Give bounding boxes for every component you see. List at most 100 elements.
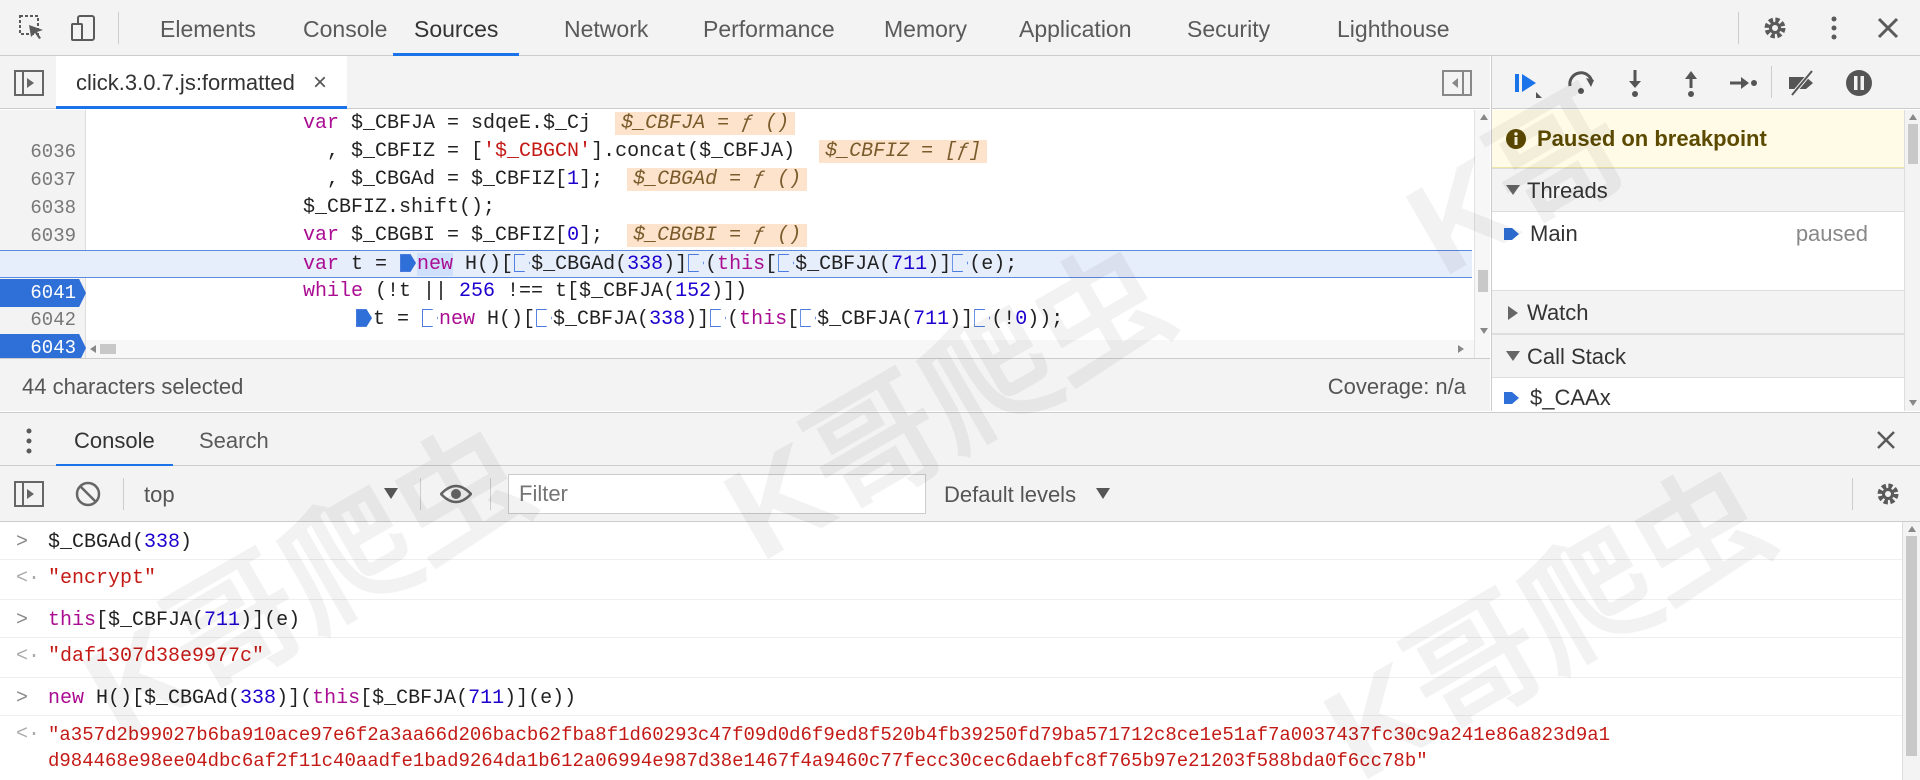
editor-tabbar: click.3.0.7.js:formatted × <box>0 56 1490 109</box>
settings-icon[interactable] <box>1761 14 1789 42</box>
inline-breakpoint-icon[interactable] <box>710 309 727 327</box>
console-filter-input[interactable] <box>508 474 926 514</box>
console-input-entry: > $_CBGAd(338) <box>0 522 1902 560</box>
tab-security[interactable]: Security <box>1187 0 1270 56</box>
devtools-main-toolbar: Elements Console Sources Network Perform… <box>0 0 1920 56</box>
console-token: )](e)) <box>504 687 577 710</box>
console-token: ) <box>180 531 193 554</box>
threads-section-header[interactable]: Threads <box>1492 168 1904 212</box>
console-token: )](e) <box>240 609 301 632</box>
deactivate-breakpoints-icon[interactable] <box>1786 68 1816 98</box>
code-line: 6040 var $_CBGBI = $_CBFIZ[0]; $_CBGBI =… <box>0 222 1472 275</box>
console-token: this <box>312 687 361 710</box>
context-selector[interactable]: top <box>134 476 406 512</box>
step-out-icon[interactable] <box>1676 68 1706 98</box>
console-result-entry: <· "encrypt" <box>0 560 1902 600</box>
inline-breakpoint-icon[interactable] <box>952 254 969 272</box>
inline-breakpoint-icon[interactable] <box>536 309 553 327</box>
console-messages[interactable]: > $_CBGAd(338) <· "encrypt" > this[$_CBF… <box>0 522 1902 780</box>
drawer-tab-console[interactable]: Console <box>56 413 173 467</box>
inline-breakpoint-icon[interactable] <box>422 309 439 327</box>
more-vert-icon[interactable] <box>1820 14 1848 42</box>
result-value[interactable]: "encrypt" <box>48 566 156 592</box>
callstack-frame[interactable]: $_CAAx <box>1492 378 1904 411</box>
console-scrollbar[interactable] <box>1902 522 1920 780</box>
drawer-close-icon[interactable] <box>1874 428 1898 452</box>
paused-message: Paused on breakpoint <box>1537 126 1767 151</box>
console-token: 711 <box>204 609 241 632</box>
current-execution-line: 6041 var t = new H()[$_CBGAd(338)] (this[… <box>0 250 1472 307</box>
paused-banner: Paused on breakpoint <box>1492 110 1904 168</box>
tab-performance[interactable]: Performance <box>703 0 835 56</box>
tab-console[interactable]: Console <box>303 0 387 56</box>
step-over-icon[interactable] <box>1566 68 1596 98</box>
resume-icon[interactable] <box>1512 68 1542 98</box>
editor-horizontal-scrollbar[interactable] <box>86 340 1474 358</box>
console-input-text[interactable]: new H()[$_CBGAd(338)](this[$_CBFJA(711)]… <box>48 686 576 712</box>
eye-icon[interactable] <box>440 482 472 506</box>
debugger-sidebar: Paused on breakpoint Threads Main paused… <box>1491 56 1920 411</box>
inline-value: $_CBGAd = ƒ () <box>627 168 808 191</box>
device-toggle-icon[interactable] <box>70 14 98 42</box>
tab-network[interactable]: Network <box>564 0 648 56</box>
result-value-continued[interactable]: d984468e98ee04dbc6af2f11c40aadfe1bad9264… <box>48 748 1428 774</box>
console-token: [$_CBFJA( <box>96 609 205 632</box>
code-line: 6043 t = new H()[$_CBFJA(338)] (this[$_CB… <box>0 306 1472 358</box>
console-sidebar-toggle-icon[interactable] <box>14 481 44 507</box>
inline-breakpoint-icon[interactable] <box>688 254 705 272</box>
tab-lighthouse[interactable]: Lighthouse <box>1337 0 1450 56</box>
expand-arrow-icon <box>1506 351 1520 361</box>
tab-application[interactable]: Application <box>1019 0 1132 56</box>
inline-breakpoint-icon[interactable] <box>778 254 795 272</box>
navigator-toggle-icon[interactable] <box>14 70 44 96</box>
frame-name: $_CAAx <box>1530 385 1611 410</box>
code-editor[interactable]: 6036 var $_CBFJA = sdqeE.$_Cj $_CBFJA = … <box>0 110 1472 358</box>
inline-breakpoint-icon[interactable] <box>800 309 817 327</box>
tab-sources[interactable]: Sources <box>393 0 520 56</box>
result-value[interactable]: "a357d2b99027b6ba910ace97e6f2a3aa66d206b… <box>48 722 1610 748</box>
file-tab-close-icon[interactable]: × <box>313 69 327 96</box>
tab-memory[interactable]: Memory <box>884 0 967 56</box>
sidebar-scrollbar[interactable] <box>1904 110 1920 411</box>
result-value[interactable]: "daf1307d38e9977c" <box>48 644 264 670</box>
result-arrow-icon: <· <box>16 723 41 746</box>
file-tab[interactable]: click.3.0.7.js:formatted × <box>56 56 348 109</box>
inline-breakpoint-icon[interactable] <box>514 254 531 272</box>
console-token: 338 <box>240 687 277 710</box>
code-line: 6039 $_CBFIZ.shift(); <box>0 194 1472 247</box>
console-input-text[interactable]: this[$_CBFJA(711)](e) <box>48 608 300 634</box>
inline-breakpoint-icon[interactable] <box>400 254 417 272</box>
thread-row-main[interactable]: Main paused <box>1492 212 1904 256</box>
drawer-menu-icon[interactable] <box>24 427 34 455</box>
inline-value: $_CBFJA = ƒ () <box>615 112 796 135</box>
current-frame-arrow-icon <box>1504 392 1519 404</box>
tab-elements[interactable]: Elements <box>160 0 256 56</box>
console-token: $_CBGAd( <box>48 531 145 554</box>
coverage-status[interactable]: Coverage: n/a <box>1328 374 1466 400</box>
result-arrow-icon: <· <box>16 567 41 590</box>
console-token: H()[$_CBGAd( <box>84 687 241 710</box>
inline-breakpoint-icon[interactable] <box>356 309 372 327</box>
debugger-toggle-icon[interactable] <box>1442 70 1472 96</box>
console-settings-icon[interactable] <box>1874 480 1902 508</box>
console-token: 711 <box>468 687 505 710</box>
clear-console-icon[interactable] <box>74 480 102 508</box>
console-token: this <box>48 609 97 632</box>
pause-on-exceptions-icon[interactable] <box>1844 68 1874 98</box>
input-prompt-icon: > <box>16 609 29 632</box>
callstack-section-header[interactable]: Call Stack <box>1492 334 1904 378</box>
step-icon[interactable] <box>1728 68 1758 98</box>
watch-section-header[interactable]: Watch <box>1492 290 1904 334</box>
inline-value: $_CBFIZ = [ƒ] <box>819 140 988 163</box>
inspect-icon[interactable] <box>18 14 46 42</box>
step-into-icon[interactable] <box>1620 68 1650 98</box>
drawer-tab-search[interactable]: Search <box>199 413 269 467</box>
console-token: )]( <box>276 687 313 710</box>
inline-breakpoint-icon[interactable] <box>974 309 991 327</box>
console-result-entry: <· "daf1307d38e9977c" <box>0 638 1902 678</box>
editor-vertical-scrollbar[interactable] <box>1474 110 1490 358</box>
close-icon[interactable] <box>1874 14 1902 42</box>
thread-name: Main <box>1530 221 1578 246</box>
code-line: 6037 , $_CBFIZ = ['$_CBGCN'].concat($_CB… <box>0 138 1472 191</box>
console-input-text[interactable]: $_CBGAd(338) <box>48 530 192 556</box>
